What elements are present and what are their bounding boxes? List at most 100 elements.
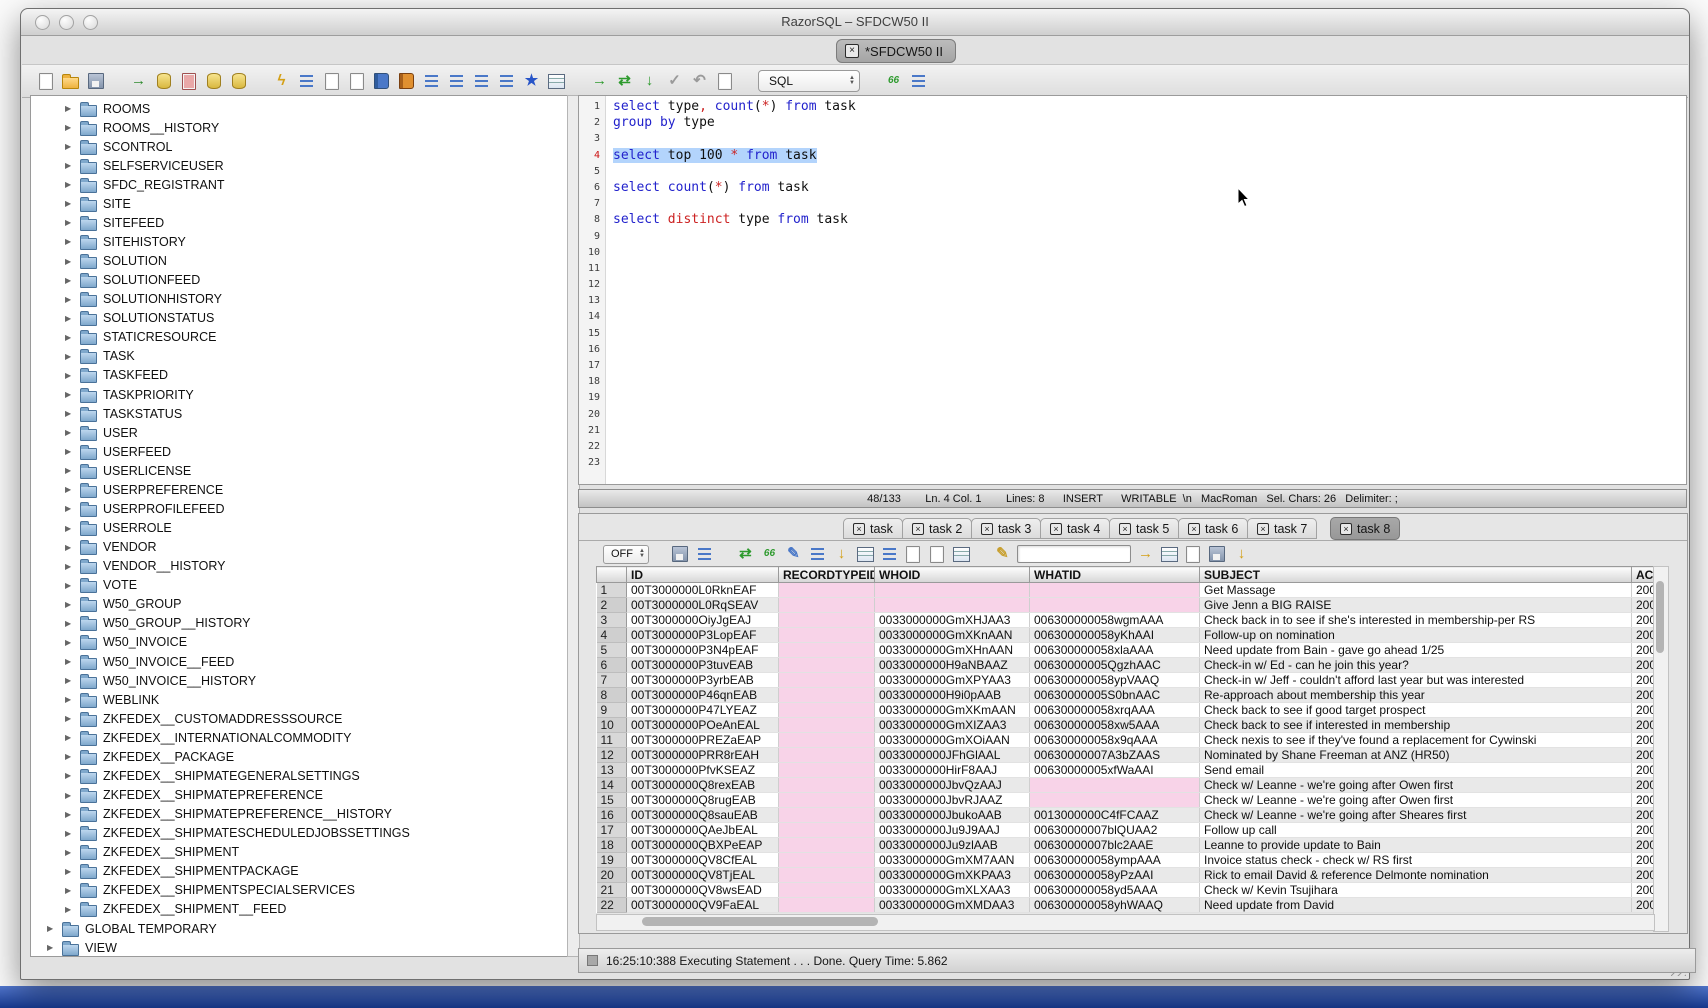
disclosure-triangle-icon[interactable]: ▶ xyxy=(65,733,74,742)
disclosure-triangle-icon[interactable]: ▶ xyxy=(47,924,56,933)
run-statement-icon[interactable]: → xyxy=(590,72,609,91)
statement-type-select[interactable]: SQL▲▼ xyxy=(758,70,860,92)
export-grid-icon[interactable] xyxy=(1160,545,1179,564)
cell[interactable] xyxy=(875,598,1030,613)
cell[interactable]: 006300000058wgmAAA xyxy=(1030,613,1200,628)
cell[interactable]: Check-in w/ Ed - can he join this year? xyxy=(1200,658,1632,673)
cell[interactable]: 00T3000000L0RqSEAV xyxy=(627,598,779,613)
cell[interactable]: 00T3000000QBXPeEAP xyxy=(627,838,779,853)
sidebar-item-task[interactable]: ▶TASK xyxy=(65,347,135,366)
sidebar-item-zkfedex__internationalcommodity[interactable]: ▶ZKFEDEX__INTERNATIONALCOMMODITY xyxy=(65,728,351,747)
disclosure-triangle-icon[interactable]: ▶ xyxy=(65,543,74,552)
disclosure-triangle-icon[interactable]: ▶ xyxy=(65,562,74,571)
sidebar-item-zkfedex__shipmatescheduledjobssettings[interactable]: ▶ZKFEDEX__SHIPMATESCHEDULEDJOBSSETTINGS xyxy=(65,824,410,843)
disclosure-triangle-icon[interactable]: ▶ xyxy=(65,676,74,685)
cell[interactable]: 0033000000HirF8AAJ xyxy=(875,763,1030,778)
cell[interactable]: 006300000058yPzAAI xyxy=(1030,868,1200,883)
cell[interactable]: 200 xyxy=(1632,808,1654,823)
horizontal-scroll-thumb[interactable] xyxy=(642,917,878,926)
sidebar-item-taskstatus[interactable]: ▶TASKSTATUS xyxy=(65,404,182,423)
cell[interactable]: 200 xyxy=(1632,718,1654,733)
cell[interactable]: 200 xyxy=(1632,868,1654,883)
cell[interactable]: 00630000005QgzhAAC xyxy=(1030,658,1200,673)
list-export-icon[interactable] xyxy=(447,72,466,91)
cell[interactable]: Check w/ Leanne - we're going after Owen… xyxy=(1200,778,1632,793)
copy-table-icon[interactable] xyxy=(179,72,198,91)
cell[interactable]: 200 xyxy=(1632,703,1654,718)
run-fetch-icon[interactable]: ↓ xyxy=(640,72,659,91)
report-add-icon[interactable] xyxy=(1184,545,1203,564)
cell[interactable]: 0033000000JbvQzAAJ xyxy=(875,778,1030,793)
cell[interactable]: 00630000007blQUAA2 xyxy=(1030,823,1200,838)
results-tab-task-3[interactable]: ×task 3 xyxy=(971,518,1041,539)
cell[interactable] xyxy=(779,643,875,658)
table-row[interactable]: 2200T3000000QV9FaEAL0033000000GmXMDAA300… xyxy=(597,898,1654,913)
disclosure-triangle-icon[interactable]: ▶ xyxy=(65,714,74,723)
table-row[interactable]: 1500T3000000Q8rugEAB0033000000JbvRJAAZCh… xyxy=(597,793,1654,808)
vertical-scroll-thumb[interactable] xyxy=(1656,581,1664,653)
sidebar-item-zkfedex__shipmategeneralsettings[interactable]: ▶ZKFEDEX__SHIPMATEGENERALSETTINGS xyxy=(65,766,360,785)
cell[interactable]: 00T3000000P3LopEAF xyxy=(627,628,779,643)
form-view-icon[interactable] xyxy=(909,72,928,91)
sidebar-item-userpreference[interactable]: ▶USERPREFERENCE xyxy=(65,480,223,499)
table-refresh-icon[interactable] xyxy=(856,545,875,564)
import-connect-icon[interactable]: → xyxy=(129,72,148,91)
sidebar-item-solutionhistory[interactable]: ▶SOLUTIONHISTORY xyxy=(65,290,222,309)
close-results-tab-icon[interactable]: × xyxy=(1340,523,1352,535)
results-tab-task-5[interactable]: ×task 5 xyxy=(1109,518,1179,539)
cell[interactable] xyxy=(779,823,875,838)
document-tab[interactable]: × *SFDCW50 II xyxy=(836,39,956,63)
copy-table-grid-icon[interactable] xyxy=(952,545,971,564)
cell[interactable]: 006300000058xrqAAA xyxy=(1030,703,1200,718)
cell[interactable]: 00T3000000Q8rexEAB xyxy=(627,778,779,793)
cell[interactable]: 200 xyxy=(1632,658,1654,673)
cell[interactable]: 00T3000000QV9FaEAL xyxy=(627,898,779,913)
results-tab-task-4[interactable]: ×task 4 xyxy=(1040,518,1110,539)
cell[interactable] xyxy=(1030,778,1200,793)
cell[interactable]: 200 xyxy=(1632,583,1654,598)
cell[interactable] xyxy=(1030,583,1200,598)
max-rows-select[interactable]: OFF▲▼ xyxy=(603,545,649,564)
sidebar-item-userfeed[interactable]: ▶USERFEED xyxy=(65,442,171,461)
cell[interactable]: Need update from Bain - gave go ahead 1/… xyxy=(1200,643,1632,658)
table-row[interactable]: 1100T3000000PREZaEAP0033000000GmXOiAAN00… xyxy=(597,733,1654,748)
disclosure-triangle-icon[interactable]: ▶ xyxy=(65,428,74,437)
table-row[interactable]: 1900T3000000QV8CfEAL0033000000GmXM7AAN00… xyxy=(597,853,1654,868)
cell[interactable]: 00T3000000P46qnEAB xyxy=(627,688,779,703)
cell[interactable] xyxy=(779,898,875,913)
sidebar-item-taskfeed[interactable]: ▶TASKFEED xyxy=(65,366,168,385)
cell[interactable]: 0013000000C4fFCAAZ xyxy=(1030,808,1200,823)
sidebar-item-selfserviceuser[interactable]: ▶SELFSERVICEUSER xyxy=(65,156,224,175)
close-results-tab-icon[interactable]: × xyxy=(1119,523,1131,535)
refresh-results-icon[interactable]: ⇄ xyxy=(736,545,755,564)
sidebar-item-sitehistory[interactable]: ▶SITEHISTORY xyxy=(65,232,186,251)
cell[interactable] xyxy=(779,793,875,808)
go-arrow-icon[interactable]: → xyxy=(1136,545,1155,564)
cell[interactable] xyxy=(779,778,875,793)
table-export-icon[interactable] xyxy=(547,72,566,91)
refresh-pages-icon[interactable] xyxy=(347,72,366,91)
cell[interactable]: 0033000000GmXMDAA3 xyxy=(875,898,1030,913)
sql-editor[interactable]: 1234567891011121314151617181920212223 se… xyxy=(578,95,1687,485)
cell[interactable]: Check back to see if interested in membe… xyxy=(1200,718,1632,733)
cell[interactable]: 006300000058ypVAAQ xyxy=(1030,673,1200,688)
table-row[interactable]: 800T3000000P46qnEAB0033000000H9i0pAAB006… xyxy=(597,688,1654,703)
cell[interactable]: Get Massage xyxy=(1200,583,1632,598)
open-file-icon[interactable] xyxy=(61,72,80,91)
disclosure-triangle-icon[interactable]: ▶ xyxy=(65,791,74,800)
disclosure-triangle-icon[interactable]: ▶ xyxy=(65,371,74,380)
cell[interactable]: 00630000005xfWaAAI xyxy=(1030,763,1200,778)
cell[interactable]: 0033000000Ju9J9AAJ xyxy=(875,823,1030,838)
results-vertical-scrollbar[interactable] xyxy=(1653,566,1669,932)
cell[interactable]: 0033000000GmXKPAA3 xyxy=(875,868,1030,883)
copy-pages-icon[interactable] xyxy=(928,545,947,564)
cell[interactable]: Invoice status check - check w/ RS first xyxy=(1200,853,1632,868)
disclosure-triangle-icon[interactable]: ▶ xyxy=(65,638,74,647)
sidebar-item-scontrol[interactable]: ▶SCONTROL xyxy=(65,137,172,156)
cell[interactable]: 0033000000JbukoAAB xyxy=(875,808,1030,823)
table-row[interactable]: 1000T3000000POeAnEAL0033000000GmXIZAA300… xyxy=(597,718,1654,733)
cell[interactable]: Send email xyxy=(1200,763,1632,778)
cell[interactable] xyxy=(779,673,875,688)
copy-page-icon[interactable] xyxy=(904,545,923,564)
cell[interactable]: Check w/ Leanne - we're going after Owen… xyxy=(1200,793,1632,808)
